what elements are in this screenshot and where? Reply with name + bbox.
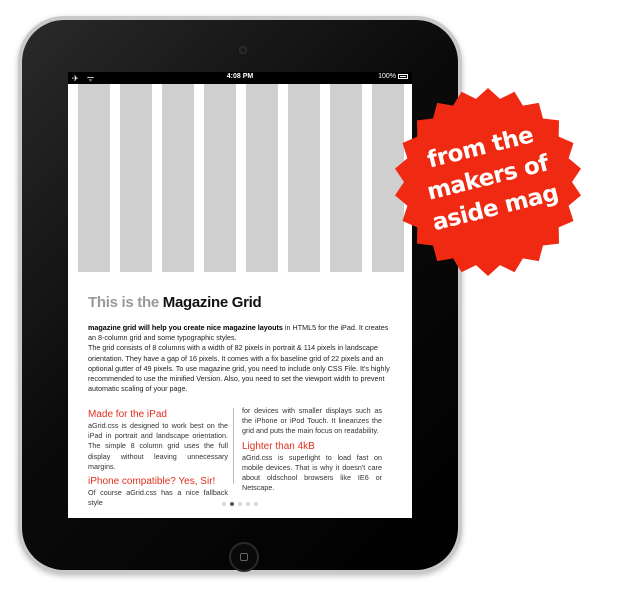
title-main: Magazine Grid: [162, 294, 262, 311]
grid-column: [120, 84, 152, 272]
battery-icon: [398, 74, 408, 79]
battery-percent: 100%: [378, 73, 396, 80]
grid-column: [204, 84, 236, 272]
camera-icon: [239, 46, 247, 54]
ipad-screen: ✈ ᯤ 4:08 PM 100% This is the Magazine Gr…: [68, 72, 412, 518]
right-column: for devices with smaller displays such a…: [242, 406, 382, 493]
page-dot[interactable]: [246, 502, 250, 506]
intro-bold: magazine grid will help you create nice …: [88, 323, 283, 332]
intro-paragraph: The grid consists of 8 columns with a wi…: [88, 343, 390, 394]
status-bar: ✈ ᯤ 4:08 PM 100%: [68, 72, 412, 84]
column-divider: [233, 408, 234, 484]
page-dot[interactable]: [230, 502, 234, 506]
grid-column: [162, 84, 194, 272]
page-indicator[interactable]: [68, 502, 412, 506]
home-square-icon: [240, 553, 248, 561]
intro-text: magazine grid will help you create nice …: [88, 323, 394, 394]
heading-ipad: Made for the iPad: [88, 409, 167, 420]
heading-lighter: Lighter than 4kB: [242, 440, 315, 452]
heading-iphone: iPhone compatible? Yes, Sir!: [88, 476, 216, 488]
status-time: 4:08 PM: [226, 73, 254, 80]
battery-indicator: 100%: [378, 73, 408, 80]
grid-column: [78, 84, 110, 272]
home-button[interactable]: [229, 542, 259, 572]
page-title: This is the Magazine Grid: [88, 294, 262, 311]
page-dot[interactable]: [254, 502, 258, 506]
title-prefix: This is the: [88, 294, 159, 311]
grid-column: [330, 84, 362, 272]
grid-column: [288, 84, 320, 272]
page-dot[interactable]: [238, 502, 242, 506]
grid-column: [246, 84, 278, 272]
left-column: Made for the iPad aGrid.css is designed …: [88, 406, 228, 508]
text-ipad: aGrid.css is designed to work best on th…: [88, 421, 228, 471]
text-iphone-continued: for devices with smaller displays such a…: [242, 406, 382, 436]
grid-columns-illustration: [68, 84, 412, 272]
page-dot[interactable]: [222, 502, 226, 506]
text-lighter: aGrid.css is superlight to load fast on …: [242, 452, 382, 493]
